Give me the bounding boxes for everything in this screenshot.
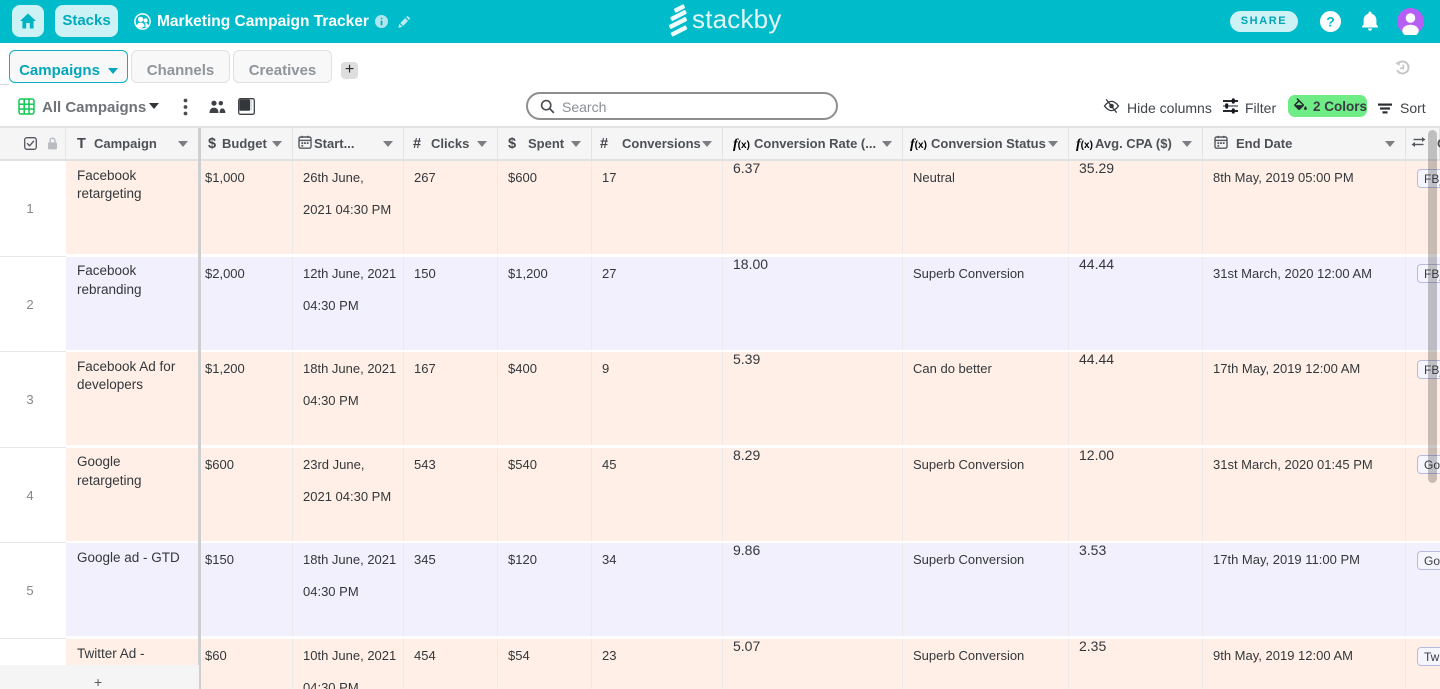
svg-text:?: ? — [1326, 14, 1335, 30]
